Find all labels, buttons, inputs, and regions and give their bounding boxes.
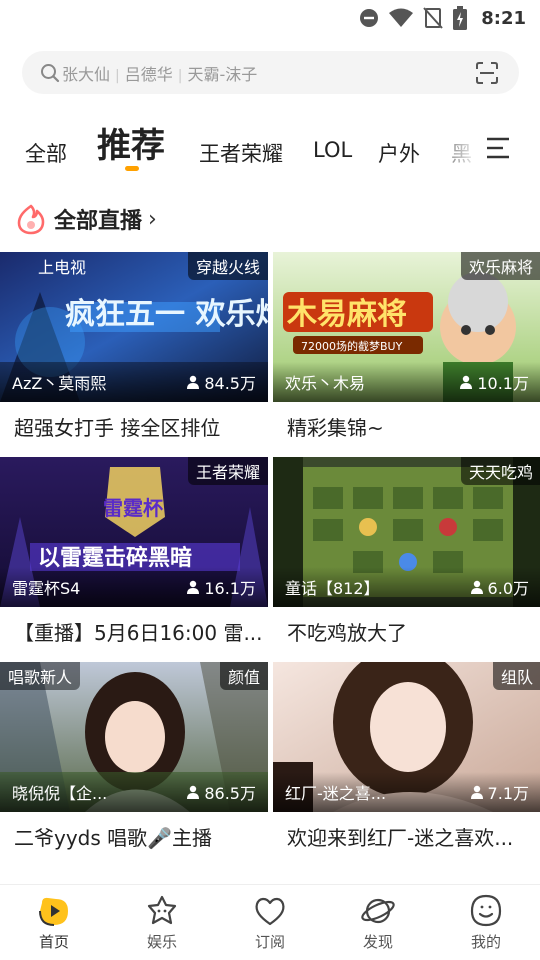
streamer-name: 红厂-迷之喜... <box>285 784 387 803</box>
viewer-count: 84.5万 <box>186 370 256 394</box>
section-header-all-live[interactable]: 全部直播 › <box>16 200 157 238</box>
smile-face-icon <box>470 894 502 927</box>
live-card[interactable]: 组队 红厂-迷之喜... 7.1万 欢迎来到红厂-迷之喜欢... <box>273 662 540 862</box>
search-hint-separator: | <box>115 67 120 84</box>
tabs-fade <box>420 132 480 172</box>
search-bar[interactable]: 张大仙 | 吕德华 | 天霸-沫子 <box>22 51 519 94</box>
search-hint-3: 天霸-沫子 <box>187 64 258 84</box>
tabs-menu-icon[interactable] <box>487 136 511 160</box>
category-badge: 穿越火线 <box>187 252 268 280</box>
streamer-name: 雷霆杯S4 <box>12 579 81 598</box>
star-face-icon <box>147 895 177 925</box>
category-badge: 组队 <box>492 662 540 690</box>
search-icon <box>41 63 60 82</box>
nav-subscriptions[interactable]: 订阅 <box>230 893 310 952</box>
thumbnail-subtext: 雷霆杯 <box>103 496 163 520</box>
person-icon <box>470 785 483 799</box>
viewer-count-value: 6.0万 <box>487 579 529 598</box>
live-card[interactable]: 疯狂五一 欢乐炸宝 上电视 穿越火线 AzZ丶莫雨熙 84.5万 超强女打手 接… <box>0 252 268 452</box>
live-thumbnail: 组队 红厂-迷之喜... 7.1万 <box>273 662 540 812</box>
live-card[interactable]: 雷霆杯 以雷霆击碎黑暗 王者荣耀 雷霆杯S4 16.1万 【重播】5月6日16:… <box>0 457 268 657</box>
card-corner-label: 唱歌新人 <box>0 662 81 690</box>
category-badge: 王者荣耀 <box>187 457 268 485</box>
nav-label: 娱乐 <box>146 933 177 951</box>
streamer-name: 欢乐丶木易 <box>285 374 366 393</box>
no-signal-icon <box>423 7 443 29</box>
battery-charging-icon <box>453 6 468 30</box>
live-title: 超强女打手 接全区排位 <box>14 416 221 440</box>
viewer-count: 6.0万 <box>470 575 529 599</box>
streamer-name: 童话【812】 <box>285 579 380 598</box>
search-hint-2: 吕德华 <box>124 64 173 84</box>
nav-home[interactable]: 首页 <box>14 893 94 952</box>
viewer-count: 16.1万 <box>186 575 256 599</box>
tab-lol[interactable]: LOL <box>313 138 352 162</box>
live-thumbnail: 疯狂五一 欢乐炸宝 上电视 穿越火线 AzZ丶莫雨熙 84.5万 <box>0 252 268 402</box>
section-title: 全部直播 <box>54 209 143 234</box>
chevron-right-icon: › <box>148 206 157 232</box>
category-badge: 欢乐麻将 <box>460 252 540 280</box>
active-tab-indicator <box>125 166 139 171</box>
live-title: 不吃鸡放大了 <box>287 621 407 645</box>
search-hint: 张大仙 | 吕德华 | 天霸-沫子 <box>62 61 257 85</box>
tab-honor-of-kings[interactable]: 王者荣耀 <box>199 138 283 168</box>
live-card[interactable]: 天天吃鸡 童话【812】 6.0万 不吃鸡放大了 <box>273 457 540 657</box>
nav-profile[interactable]: 我的 <box>446 893 526 952</box>
category-tabs: 全部 推荐 王者荣耀 LOL 户外 黑 <box>0 112 540 174</box>
category-badge: 天天吃鸡 <box>460 457 540 485</box>
scan-icon[interactable] <box>475 61 499 85</box>
live-title: 精彩集锦~ <box>287 416 384 440</box>
card-corner-label: 上电视 <box>38 258 87 277</box>
heart-icon <box>255 897 285 926</box>
thumbnail-subtext: 72000场的截梦BUY <box>301 339 403 353</box>
flame-icon <box>17 204 45 235</box>
tab-outdoor[interactable]: 户外 <box>378 138 420 168</box>
person-icon <box>470 580 483 594</box>
viewer-count: 7.1万 <box>470 780 529 804</box>
thumbnail-text: 木易麻将 <box>286 297 407 332</box>
person-icon <box>187 785 200 799</box>
live-title: 欢迎来到红厂-迷之喜欢... <box>287 826 514 850</box>
nav-label: 首页 <box>38 933 69 951</box>
streamer-name: AzZ丶莫雨熙 <box>12 374 107 393</box>
status-time: 8:21 <box>481 7 526 29</box>
nav-discover[interactable]: 发现 <box>338 893 418 952</box>
nav-label: 订阅 <box>254 933 285 951</box>
live-card[interactable]: 唱歌新人 颜值 晓倪倪【企... 86.5万 二爷yyds 唱歌🎤主播 <box>0 662 268 862</box>
person-icon <box>460 375 473 389</box>
live-thumbnail: 雷霆杯 以雷霆击碎黑暗 王者荣耀 雷霆杯S4 16.1万 <box>0 457 268 607</box>
viewer-count-value: 86.5万 <box>204 784 256 803</box>
nav-label: 发现 <box>362 933 393 951</box>
thumbnail-text: 疯狂五一 欢乐炸宝 <box>65 297 268 332</box>
wifi-icon <box>389 8 414 27</box>
status-icons: 8:21 <box>359 6 526 30</box>
viewer-count-value: 10.1万 <box>477 374 529 393</box>
planet-icon <box>361 898 395 924</box>
tab-recommend[interactable]: 推荐 <box>97 118 165 167</box>
search-hint-1: 张大仙 <box>62 64 111 84</box>
live-thumbnail: 唱歌新人 颜值 晓倪倪【企... 86.5万 <box>0 662 268 812</box>
live-title: 二爷yyds 唱歌🎤主播 <box>14 826 213 850</box>
streamer-name: 晓倪倪【企... <box>12 784 108 803</box>
person-icon <box>187 375 200 389</box>
status-bar: 8:21 <box>0 0 540 36</box>
home-play-icon <box>39 897 68 926</box>
person-icon <box>187 580 200 594</box>
search-hint-separator: | <box>177 67 183 84</box>
viewer-count-value: 84.5万 <box>204 374 256 393</box>
tab-all[interactable]: 全部 <box>25 138 67 168</box>
viewer-count: 86.5万 <box>186 780 256 804</box>
live-card[interactable]: 木易麻将 72000场的截梦BUY 欢乐麻将 欢乐丶木易 10.1万 精彩集锦~ <box>273 252 540 452</box>
dnd-icon <box>360 9 379 27</box>
live-title: 【重播】5月6日16:00 雷... <box>14 621 262 645</box>
nav-label: 我的 <box>470 933 501 951</box>
viewer-count: 10.1万 <box>459 370 529 394</box>
category-badge: 颜值 <box>219 662 268 690</box>
live-thumbnail: 天天吃鸡 童话【812】 6.0万 <box>273 457 540 607</box>
viewer-count-value: 16.1万 <box>204 579 256 598</box>
live-thumbnail: 木易麻将 72000场的截梦BUY 欢乐麻将 欢乐丶木易 10.1万 <box>273 252 540 402</box>
nav-entertainment[interactable]: 娱乐 <box>122 893 202 952</box>
bottom-nav: 首页 娱乐 订阅 发现 我的 <box>0 884 540 960</box>
viewer-count-value: 7.1万 <box>487 784 529 803</box>
